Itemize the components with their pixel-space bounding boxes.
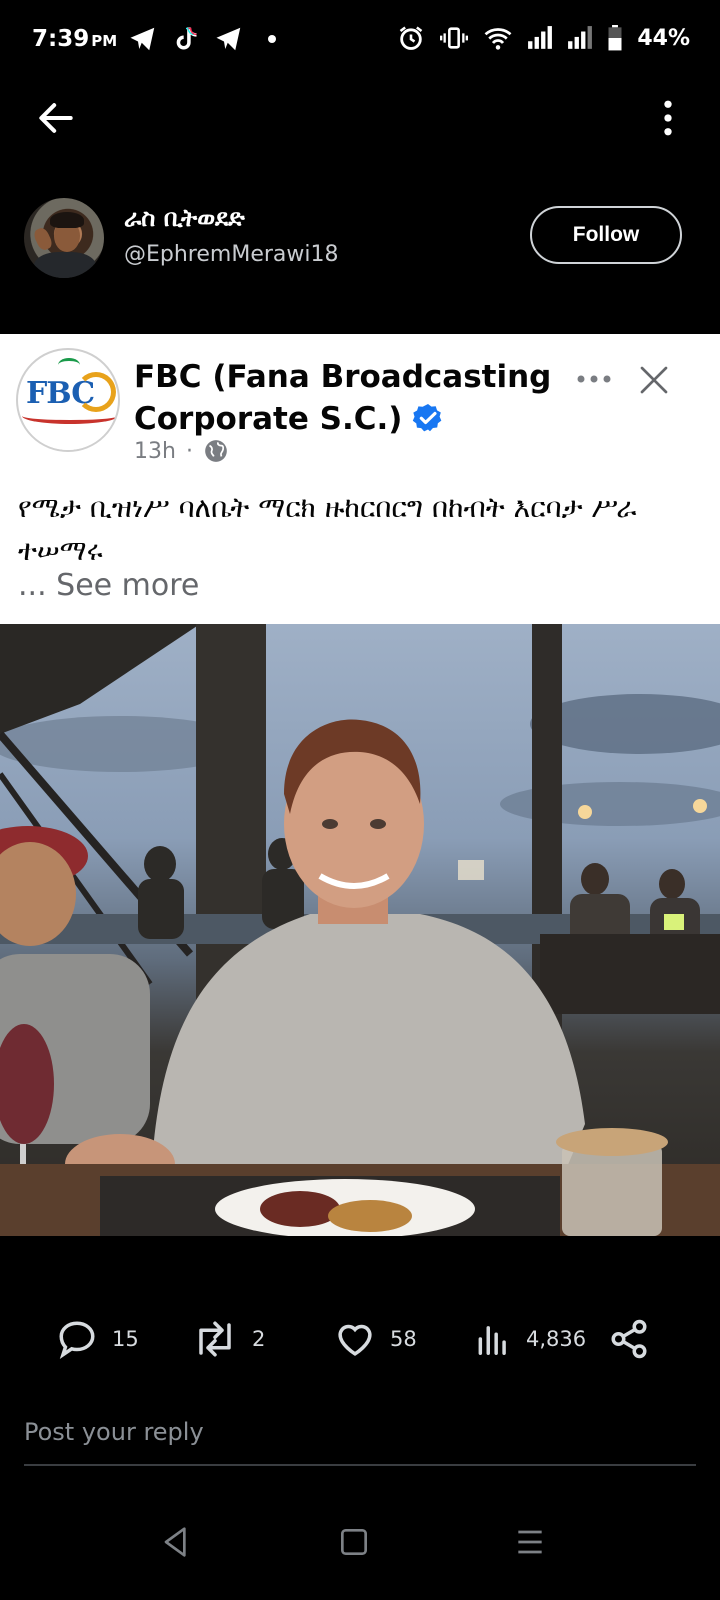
vibrate-icon — [440, 27, 469, 49]
signal-icon — [528, 26, 553, 49]
alarm-icon — [400, 26, 423, 50]
nav-back-button[interactable] — [156, 1522, 196, 1562]
close-icon — [640, 366, 668, 394]
repost-icon — [199, 1321, 231, 1357]
like-action[interactable]: 58 — [334, 1318, 417, 1360]
status-bar: 7:39 PM 44% — [0, 0, 720, 80]
repost-count: 2 — [252, 1327, 266, 1351]
post-time[interactable]: 13h — [134, 439, 176, 464]
back-button[interactable] — [34, 96, 78, 140]
page-name[interactable]: FBC (Fana Broadcasting Corporate S.C.) — [134, 356, 564, 440]
square-home-icon — [341, 1529, 367, 1555]
wifi-icon — [484, 28, 512, 50]
post-meta: 13h · — [134, 438, 229, 464]
tiktok-icon — [176, 27, 197, 50]
more-vertical-icon — [664, 100, 672, 136]
more-options-button[interactable] — [646, 96, 690, 140]
reply-count: 15 — [112, 1327, 139, 1351]
like-count: 58 — [390, 1327, 417, 1351]
see-more-link[interactable]: ... See more — [18, 568, 199, 603]
menu-lines-icon — [518, 1530, 542, 1554]
globe-icon — [205, 440, 227, 462]
views-action[interactable]: 4,836 — [474, 1318, 586, 1360]
notification-dot-icon — [268, 35, 276, 43]
hide-post-button[interactable] — [638, 364, 670, 396]
nav-home-button[interactable] — [334, 1522, 374, 1562]
share-icon — [611, 1319, 647, 1359]
follow-button[interactable]: Follow — [530, 206, 682, 264]
telegram-icon — [216, 27, 241, 51]
telegram-icon — [130, 27, 155, 51]
views-count: 4,836 — [526, 1327, 587, 1351]
battery-percent: 44% — [637, 25, 690, 51]
embedded-post-card: FBC FBC (Fana Broadcasting Corporate S.C… — [0, 334, 720, 624]
reply-divider — [24, 1464, 696, 1466]
system-nav-bar — [0, 1500, 720, 1600]
post-body-text: የሜታ ቢዝነሥ ባለቤት ማርክ ዙከርበርግ በከብት እርባታ ሥራ ተሠ… — [18, 491, 637, 567]
status-time: 7:39 PM — [32, 26, 118, 52]
meta-separator: · — [185, 438, 193, 464]
reply-action[interactable]: 15 — [56, 1318, 139, 1360]
page-logo[interactable]: FBC — [16, 348, 120, 452]
verified-badge-icon — [413, 404, 442, 432]
nav-recents-button[interactable] — [510, 1522, 550, 1562]
share-action[interactable] — [608, 1318, 650, 1360]
signal-icon — [568, 26, 593, 49]
battery-icon — [608, 25, 622, 51]
comment-icon — [59, 1321, 95, 1360]
more-horizontal-icon — [577, 375, 611, 383]
heart-icon — [338, 1324, 372, 1356]
triangle-back-icon — [164, 1527, 186, 1557]
avatar[interactable] — [24, 198, 104, 278]
photo-image — [0, 624, 720, 1236]
arrow-left-icon — [39, 103, 73, 133]
views-icon — [478, 1326, 506, 1355]
profile-display-name[interactable]: ራስ ቢትወደድ — [124, 204, 245, 232]
post-options-button[interactable] — [574, 364, 614, 394]
post-actions: 15 2 58 4,836 — [0, 1318, 720, 1374]
profile-handle[interactable]: @EphremMerawi18 — [124, 242, 338, 267]
post-photo[interactable] — [0, 624, 720, 1236]
reply-input[interactable]: Post your reply — [24, 1418, 204, 1446]
repost-action[interactable]: 2 — [192, 1318, 265, 1360]
